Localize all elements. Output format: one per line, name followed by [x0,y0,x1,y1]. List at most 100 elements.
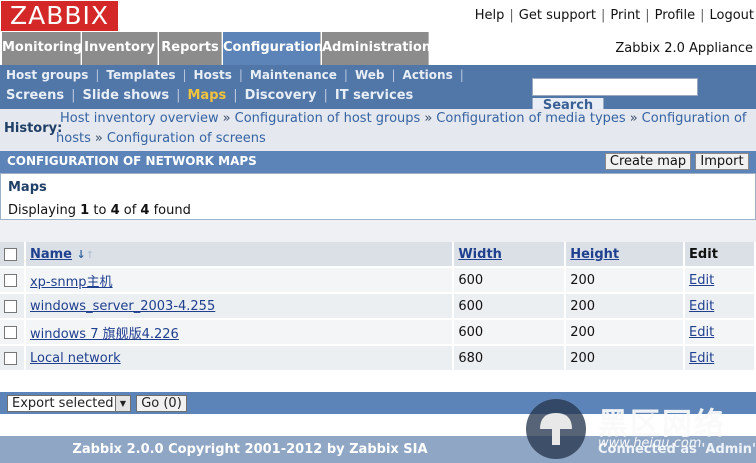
history-link-hosts[interactable]: Configuration of [642,111,747,126]
zabbix-logo[interactable]: ZABBIX [1,1,118,31]
subnav-separator: | [95,68,100,82]
select-all-checkbox[interactable] [4,247,17,261]
row-checkbox[interactable] [4,351,17,365]
config-header: CONFIGURATION OF NETWORK MAPS Create map… [0,151,756,173]
row-select-cell [0,345,26,372]
get-support-link[interactable]: Get support [519,8,596,23]
row-select-cell [0,319,26,346]
subnav-separator: | [233,88,238,103]
count-to-word: to [93,203,107,218]
column-edit: Edit [684,242,756,268]
row-checkbox[interactable] [4,299,17,313]
tab-reports[interactable]: Reports [159,32,222,65]
subnav-separator: | [71,88,76,103]
edit-link[interactable]: Edit [689,351,714,366]
column-width: Width [453,242,567,268]
table-row: xp-snmp主机 600 200 Edit [0,267,756,294]
map-width: 600 [453,319,567,346]
sort-height-link[interactable]: Height [570,247,619,262]
tab-administration[interactable]: Administration [322,32,431,65]
user-menu: Help | Get support | Print | Profile | Logout [475,8,754,23]
edit-cell: Edit [684,345,756,372]
sort-down-icon: ↓ [76,247,86,261]
maps-panel: Maps Displaying 1 to 4 of 4 found [0,173,756,220]
history-line-2: hosts» Configuration of screens [56,131,266,146]
watermark-url: www.heiqu.com [598,436,702,451]
subnav-separator: | [391,68,396,82]
go-button[interactable]: Go (0) [136,395,187,412]
export-select[interactable]: Export selected ▼ [7,395,131,412]
table-row: windows 7 旗舰版4.226 600 200 Edit [0,319,756,346]
map-name-link[interactable]: xp-snmp主机 [30,275,113,290]
watermark: 黑区网络 www.heiqu.com [524,395,756,463]
tab-configuration[interactable]: Configuration [223,32,323,65]
edit-cell: Edit [684,267,756,294]
table-header-row: Name ↓↑ Width Height Edit [0,242,756,268]
row-select-cell [0,293,26,320]
sort-up-icon: ↑ [85,249,95,261]
row-checkbox[interactable] [4,325,17,339]
subnav-maintenance[interactable]: Maintenance [250,68,337,82]
sort-width-link[interactable]: Width [458,247,502,262]
copyright-text: Zabbix 2.0.0 Copyright 2001-2012 by Zabb… [72,442,428,457]
map-name-cell: windows 7 旗舰版4.226 [24,319,455,346]
maps-title: Maps [8,180,47,195]
map-name-cell: windows_server_2003-4.255 [24,293,455,320]
tab-inventory[interactable]: Inventory [82,32,158,65]
profile-link[interactable]: Profile [655,8,695,23]
main-nav: Monitoring Inventory Reports Configurati… [0,32,756,65]
sub-nav-row-1: Host groups | Templates | Hosts | Maintenance |… [6,68,471,82]
history-link-hosts-cont[interactable]: hosts [56,131,91,146]
create-map-button[interactable]: Create map [605,153,691,170]
edit-link[interactable]: Edit [689,325,714,340]
column-height: Height [565,242,686,268]
subnav-screens[interactable]: Screens [6,88,64,103]
appliance-label: Zabbix 2.0 Appliance [615,41,753,56]
tab-monitoring[interactable]: Monitoring [2,32,82,65]
import-button[interactable]: Import [695,153,749,170]
history-link-host-inventory[interactable]: Host inventory overview [60,111,219,126]
subnav-actions[interactable]: Actions [403,68,453,82]
print-link[interactable]: Print [610,8,640,23]
map-name-link[interactable]: windows_server_2003-4.255 [30,299,215,314]
count-from: 1 [80,203,90,218]
help-link[interactable]: Help [475,8,505,23]
subnav-hosts[interactable]: Hosts [194,68,232,82]
maps-count: Displaying 1 to 4 of 4 found [8,203,191,218]
subnav-separator: | [343,68,348,82]
history-separator: » [94,131,103,146]
watermark-logo-icon [526,399,586,459]
row-checkbox[interactable] [4,273,17,287]
edit-cell: Edit [684,293,756,320]
history-link-media-types[interactable]: Configuration of media types [436,111,625,126]
table-row: windows_server_2003-4.255 600 200 Edit [0,293,756,320]
table-spacer [0,220,756,242]
subnav-discovery[interactable]: Discovery [245,88,317,103]
subnav-templates[interactable]: Templates [106,68,175,82]
subnav-host-groups[interactable]: Host groups [6,68,88,82]
menu-separator: | [600,8,606,23]
logout-link[interactable]: Logout [709,8,754,23]
subnav-maps[interactable]: Maps [188,88,227,103]
chevron-down-icon[interactable]: ▼ [115,396,130,411]
map-name-link[interactable]: Local network [30,351,121,366]
count-text: Displaying [8,203,77,218]
map-height: 200 [565,267,686,294]
history-link-screens[interactable]: Configuration of screens [107,131,266,146]
edit-link[interactable]: Edit [689,299,714,314]
history-link-host-groups[interactable]: Configuration of host groups [235,111,421,126]
map-name-link[interactable]: windows 7 旗舰版4.226 [30,327,179,342]
search-input[interactable] [532,78,698,96]
subnav-slide-shows[interactable]: Slide shows [83,88,170,103]
edit-link[interactable]: Edit [689,273,714,288]
row-select-cell [0,267,26,294]
subnav-separator: | [182,68,187,82]
count-total: 4 [140,203,150,218]
subnav-it-services[interactable]: IT services [335,88,413,103]
menu-separator: | [509,8,514,23]
subnav-web[interactable]: Web [355,68,385,82]
table-row: Local network 680 200 Edit [0,345,756,372]
history-separator: » [222,111,231,126]
sub-nav-row-2: Screens | Slide shows | Maps | Discovery | IT se… [6,88,413,103]
sort-name-link[interactable]: Name [30,247,72,262]
